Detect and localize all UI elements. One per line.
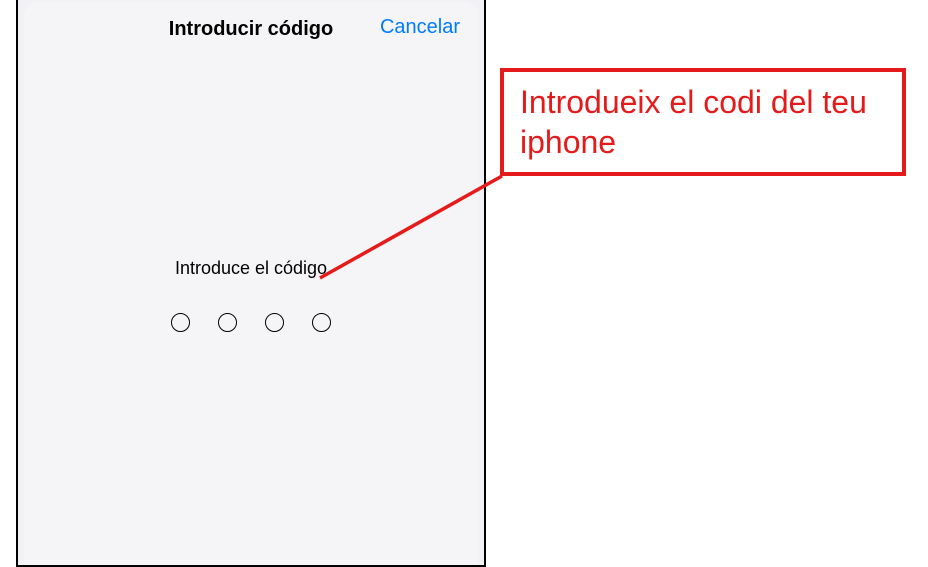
passcode-input[interactable] xyxy=(171,313,331,332)
cancel-button[interactable]: Cancelar xyxy=(380,16,460,39)
phone-frame: Introducir código Cancelar Introduce el … xyxy=(16,0,486,567)
annotation-text: Introdueix el codi del teu iphone xyxy=(520,82,886,162)
annotation-callout: Introdueix el codi del teu iphone xyxy=(500,68,906,176)
passcode-prompt: Introduce el código xyxy=(175,258,327,279)
passcode-modal: Introducir código Cancelar Introduce el … xyxy=(24,2,478,565)
passcode-area: Introduce el código xyxy=(24,258,478,332)
passcode-dot-2 xyxy=(218,313,237,332)
passcode-dot-1 xyxy=(171,313,190,332)
passcode-dot-4 xyxy=(312,313,331,332)
passcode-dot-3 xyxy=(265,313,284,332)
modal-title: Introducir código xyxy=(169,18,333,41)
modal-header: Introducir código Cancelar xyxy=(24,2,478,56)
